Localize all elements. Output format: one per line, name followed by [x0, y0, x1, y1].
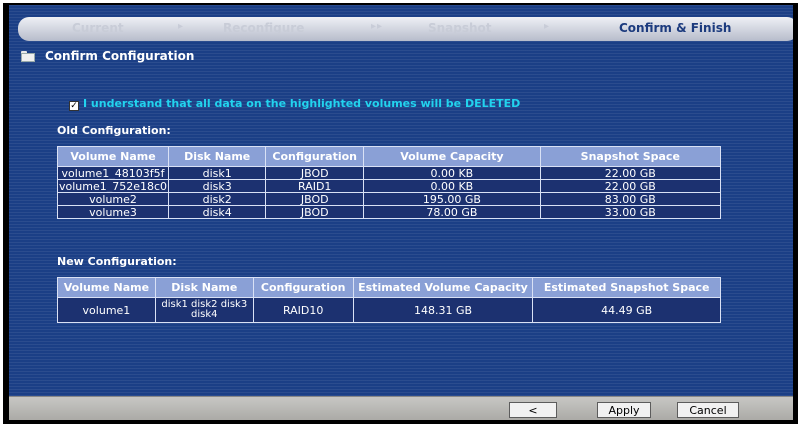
bottom-button-bar: < Back Apply Cancel [9, 396, 793, 420]
column-header: Configuration [265, 146, 365, 167]
column-header: Estimated Snapshot Space [532, 277, 721, 298]
column-header: Snapshot Space [539, 146, 722, 167]
new-config-table: Volume Name Disk Name Configuration Esti… [57, 277, 721, 323]
cancel-button[interactable]: Cancel [677, 402, 739, 418]
column-header: Configuration [252, 277, 354, 298]
table-cell: 0.00 KB [363, 166, 541, 180]
column-header: Estimated Volume Capacity [352, 277, 534, 298]
column-header: Disk Name [154, 277, 254, 298]
confirm-delete-label: I understand that all data on the highli… [83, 97, 521, 110]
confirm-delete-checkbox[interactable]: ✓ [69, 101, 79, 111]
table-cell: 195.00 GB [363, 192, 541, 206]
column-header: Volume Name [56, 146, 170, 167]
table-cell: 33.00 GB [539, 205, 722, 219]
table-cell: JBOD [265, 166, 365, 180]
table-row: volume1 disk1 disk2 disk3 disk4 RAID10 1… [57, 297, 721, 323]
step-snapshot: Snapshot [428, 21, 492, 35]
table-cell: 22.00 GB [539, 179, 722, 193]
new-config-label: New Configuration: [57, 255, 177, 268]
table-row: volume1_48103f5f disk1 JBOD 0.00 KB 22.0… [56, 166, 722, 180]
step-current: Current [72, 21, 124, 35]
column-header: Volume Name [57, 277, 156, 298]
table-cell: 148.31 GB [352, 297, 534, 323]
table-cell: 44.49 GB [532, 297, 721, 323]
step-arrow-icon: ▸ [178, 21, 185, 32]
table-cell: disk4 [168, 205, 267, 219]
table-row: volume3 disk4 JBOD 78.00 GB 33.00 GB [56, 205, 722, 219]
column-header: Volume Capacity [363, 146, 541, 167]
wizard-steps-bar: Current ▸ Reconfigure ▸▸ Snapshot ▸ Conf… [18, 17, 793, 41]
table-cell: disk2 [168, 192, 267, 206]
table-row: volume2 disk2 JBOD 195.00 GB 83.00 GB [56, 192, 722, 206]
column-header: Disk Name [168, 146, 267, 167]
table-cell: 0.00 KB [363, 179, 541, 193]
table-cell: disk3 [168, 179, 267, 193]
step-confirm-finish: Confirm & Finish [619, 21, 732, 35]
folder-icon [21, 51, 35, 62]
table-row: volume1_752e18c0 disk3 RAID1 0.00 KB 22.… [56, 179, 722, 193]
table-cell: 22.00 GB [539, 166, 722, 180]
table-cell: 78.00 GB [363, 205, 541, 219]
step-reconfigure: Reconfigure [223, 21, 305, 35]
table-header-row: Volume Name Disk Name Configuration Volu… [56, 146, 722, 167]
page-title: Confirm Configuration [45, 49, 195, 63]
old-config-label: Old Configuration: [57, 124, 171, 137]
apply-button[interactable]: Apply [597, 402, 651, 418]
table-cell: JBOD [265, 205, 365, 219]
table-cell: RAID10 [252, 297, 354, 323]
table-cell: volume1_48103f5f [56, 166, 170, 180]
table-cell: disk1 disk2 disk3 disk4 [154, 297, 254, 323]
table-cell: volume3 [56, 205, 170, 219]
table-cell: volume2 [56, 192, 170, 206]
table-header-row: Volume Name Disk Name Configuration Esti… [57, 277, 721, 298]
table-cell: volume1 [57, 297, 156, 323]
back-button[interactable]: < Back [509, 402, 557, 420]
step-arrow-icon: ▸▸ [371, 21, 384, 32]
old-config-table: Volume Name Disk Name Configuration Volu… [56, 146, 722, 219]
confirm-delete-row: ✓ I understand that all data on the highl… [69, 97, 520, 111]
table-cell: volume1_752e18c0 [56, 179, 170, 193]
table-cell: RAID1 [265, 179, 365, 193]
table-cell: disk1 [168, 166, 267, 180]
step-arrow-icon: ▸ [544, 21, 551, 32]
table-cell: 83.00 GB [539, 192, 722, 206]
table-cell: JBOD [265, 192, 365, 206]
wizard-panel: Current ▸ Reconfigure ▸▸ Snapshot ▸ Conf… [9, 5, 793, 420]
